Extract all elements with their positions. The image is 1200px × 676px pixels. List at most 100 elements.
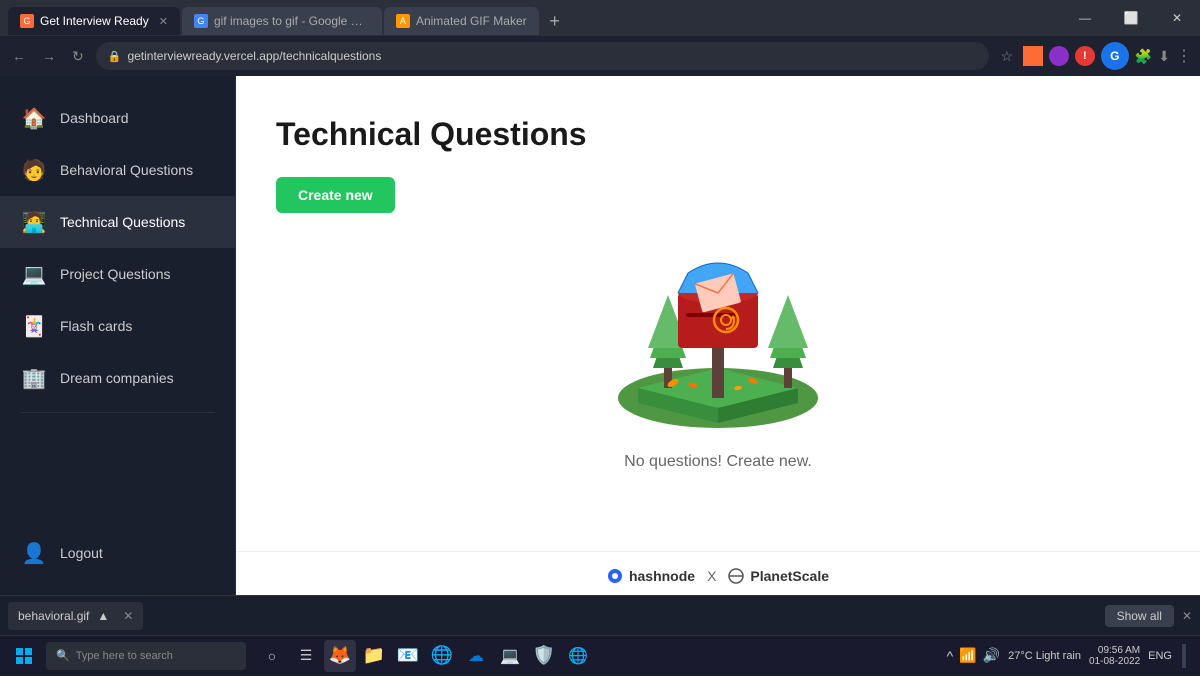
empty-state: No questions! Create new. bbox=[276, 213, 1160, 511]
main-content: Technical Questions Create new bbox=[236, 76, 1200, 595]
dashboard-icon: 🏠 bbox=[20, 104, 48, 132]
tab-2-label: gif images to gif - Google Search bbox=[214, 14, 370, 28]
taskbar-app-edge[interactable]: 🌐 bbox=[426, 640, 458, 672]
tray-time: 09:56 AM bbox=[1089, 645, 1140, 656]
empty-state-text: No questions! Create new. bbox=[624, 453, 812, 471]
taskbar-app-brave[interactable]: 🛡️ bbox=[528, 640, 560, 672]
reload-button[interactable]: ↻ bbox=[68, 46, 88, 67]
nav-spacer bbox=[0, 421, 235, 527]
forward-button[interactable]: → bbox=[38, 46, 60, 66]
download-icon[interactable]: ⬇ bbox=[1158, 48, 1170, 65]
url-input[interactable]: 🔒 getinterviewready.vercel.app/technical… bbox=[96, 42, 989, 70]
taskbar-close-button[interactable]: ✕ bbox=[1182, 609, 1192, 623]
sidebar-label-technical: Technical Questions bbox=[60, 214, 185, 230]
new-tab-button[interactable]: + bbox=[541, 7, 569, 35]
taskbar-apps: ○ ☰ 🦊 📁 📧 🌐 ☁ 💻 🛡️ 🌐 bbox=[248, 640, 602, 672]
sidebar-item-dream[interactable]: 🏢 Dream companies bbox=[0, 352, 235, 404]
sidebar-label-dashboard: Dashboard bbox=[60, 110, 129, 126]
footer-x: X bbox=[707, 568, 716, 584]
planetscale-label: PlanetScale bbox=[750, 568, 829, 584]
taskbar-app-mail[interactable]: 📧 bbox=[392, 640, 424, 672]
planetscale-logo: PlanetScale bbox=[728, 568, 829, 584]
sidebar-item-behavioral[interactable]: 🧑 Behavioral Questions bbox=[0, 144, 235, 196]
taskbar-app-onedrive[interactable]: ☁ bbox=[460, 640, 492, 672]
account-icon[interactable]: G bbox=[1101, 42, 1129, 70]
taskbar-app-taskview[interactable]: ☰ bbox=[290, 640, 322, 672]
lock-icon: 🔒 bbox=[108, 50, 122, 63]
tray-arrow[interactable]: ^ bbox=[947, 648, 954, 664]
sidebar-label-behavioral: Behavioral Questions bbox=[60, 162, 193, 178]
taskbar-app-firefox[interactable]: 🦊 bbox=[324, 640, 356, 672]
download-bar: behavioral.gif ▲ ✕ Show all ✕ bbox=[0, 595, 1200, 635]
url-text: getinterviewready.vercel.app/technicalqu… bbox=[127, 49, 381, 63]
system-tray: ^ 📶 🔊 27°C Light rain 09:56 AM 01-08-202… bbox=[939, 644, 1196, 668]
app-area: 🏠 Dashboard 🧑 Behavioral Questions 🧑‍💻 T… bbox=[0, 76, 1200, 595]
tray-notifications[interactable] bbox=[1182, 644, 1186, 668]
behavioral-icon: 🧑 bbox=[20, 156, 48, 184]
menu-icon[interactable]: ⋮ bbox=[1176, 46, 1192, 66]
content-footer: hashnode X PlanetScale bbox=[236, 551, 1200, 595]
tab-bar: G Get Interview Ready ✕ G gif images to … bbox=[0, 0, 1062, 36]
sidebar-label-dream: Dream companies bbox=[60, 370, 174, 386]
page-title: Technical Questions bbox=[276, 116, 587, 153]
flashcards-icon: 🃏 bbox=[20, 312, 48, 340]
back-button[interactable]: ← bbox=[8, 46, 30, 66]
search-icon: 🔍 bbox=[56, 649, 70, 662]
taskbar-app-vscode[interactable]: 💻 bbox=[494, 640, 526, 672]
download-close-button[interactable]: ✕ bbox=[123, 609, 133, 623]
tray-wifi[interactable]: 📶 bbox=[959, 647, 976, 664]
hashnode-label: hashnode bbox=[629, 568, 695, 584]
sidebar-item-flashcards[interactable]: 🃏 Flash cards bbox=[0, 300, 235, 352]
download-chevron[interactable]: ▲ bbox=[97, 609, 109, 623]
search-placeholder: Type here to search bbox=[76, 650, 173, 662]
show-all-button[interactable]: Show all bbox=[1105, 605, 1174, 627]
close-button[interactable]: ✕ bbox=[1154, 0, 1200, 36]
win-taskbar: 🔍 Type here to search ○ ☰ 🦊 📁 📧 🌐 ☁ 💻 🛡️… bbox=[0, 635, 1200, 675]
tab-2[interactable]: G gif images to gif - Google Search bbox=[182, 7, 382, 35]
sidebar-label-project: Project Questions bbox=[60, 266, 171, 282]
sidebar-label-logout: Logout bbox=[60, 545, 103, 561]
logout-icon: 👤 bbox=[20, 539, 48, 567]
tray-lang: ENG bbox=[1148, 650, 1172, 662]
sidebar-item-dashboard[interactable]: 🏠 Dashboard bbox=[0, 92, 235, 144]
address-bar: ← → ↻ 🔒 getinterviewready.vercel.app/tec… bbox=[0, 36, 1200, 76]
sidebar-item-technical[interactable]: 🧑‍💻 Technical Questions bbox=[0, 196, 235, 248]
tray-volume[interactable]: 🔊 bbox=[983, 647, 1000, 664]
taskbar-search[interactable]: 🔍 Type here to search bbox=[46, 642, 246, 670]
technical-icon: 🧑‍💻 bbox=[20, 208, 48, 236]
tray-date: 01-08-2022 bbox=[1089, 656, 1140, 667]
sidebar-item-logout[interactable]: 👤 Logout bbox=[0, 527, 235, 579]
minimize-button[interactable]: — bbox=[1062, 0, 1108, 36]
extension-icon[interactable]: 🧩 bbox=[1135, 48, 1152, 65]
start-button[interactable] bbox=[4, 636, 44, 676]
tab-1[interactable]: G Get Interview Ready ✕ bbox=[8, 7, 180, 35]
tab-1-close[interactable]: ✕ bbox=[159, 15, 168, 28]
weather-info: 27°C Light rain bbox=[1008, 650, 1081, 662]
planetscale-icon bbox=[728, 568, 744, 584]
project-icon: 💻 bbox=[20, 260, 48, 288]
hashnode-icon bbox=[607, 568, 623, 584]
sidebar-label-flashcards: Flash cards bbox=[60, 318, 132, 334]
tab-1-label: Get Interview Ready bbox=[40, 14, 149, 28]
tab-3[interactable]: A Animated GIF Maker bbox=[384, 7, 539, 35]
maximize-button[interactable]: ⬜ bbox=[1108, 0, 1154, 36]
browser-chrome: G Get Interview Ready ✕ G gif images to … bbox=[0, 0, 1200, 76]
bookmark-button[interactable]: ☆ bbox=[997, 46, 1017, 66]
hashnode-logo: hashnode bbox=[607, 568, 695, 584]
taskbar-app-chrome[interactable]: 🌐 bbox=[562, 640, 594, 672]
vpn-icon[interactable] bbox=[1049, 46, 1069, 66]
tray-icons: ^ 📶 🔊 bbox=[947, 647, 1000, 664]
tab-3-label: Animated GIF Maker bbox=[416, 14, 527, 28]
download-item: behavioral.gif ▲ ✕ bbox=[8, 602, 143, 630]
empty-illustration bbox=[578, 213, 858, 433]
taskbar-app-files[interactable]: 📁 bbox=[358, 640, 390, 672]
dream-icon: 🏢 bbox=[20, 364, 48, 392]
alert-icon[interactable]: ! bbox=[1075, 46, 1095, 66]
sidebar-item-project[interactable]: 💻 Project Questions bbox=[0, 248, 235, 300]
create-new-button[interactable]: Create new bbox=[276, 177, 395, 213]
download-filename: behavioral.gif bbox=[18, 609, 89, 623]
sidebar: 🏠 Dashboard 🧑 Behavioral Questions 🧑‍💻 T… bbox=[0, 76, 236, 595]
taskbar-app-cortana[interactable]: ○ bbox=[256, 640, 288, 672]
profile-icon[interactable] bbox=[1023, 46, 1043, 66]
content-area: Technical Questions Create new bbox=[236, 76, 1200, 551]
